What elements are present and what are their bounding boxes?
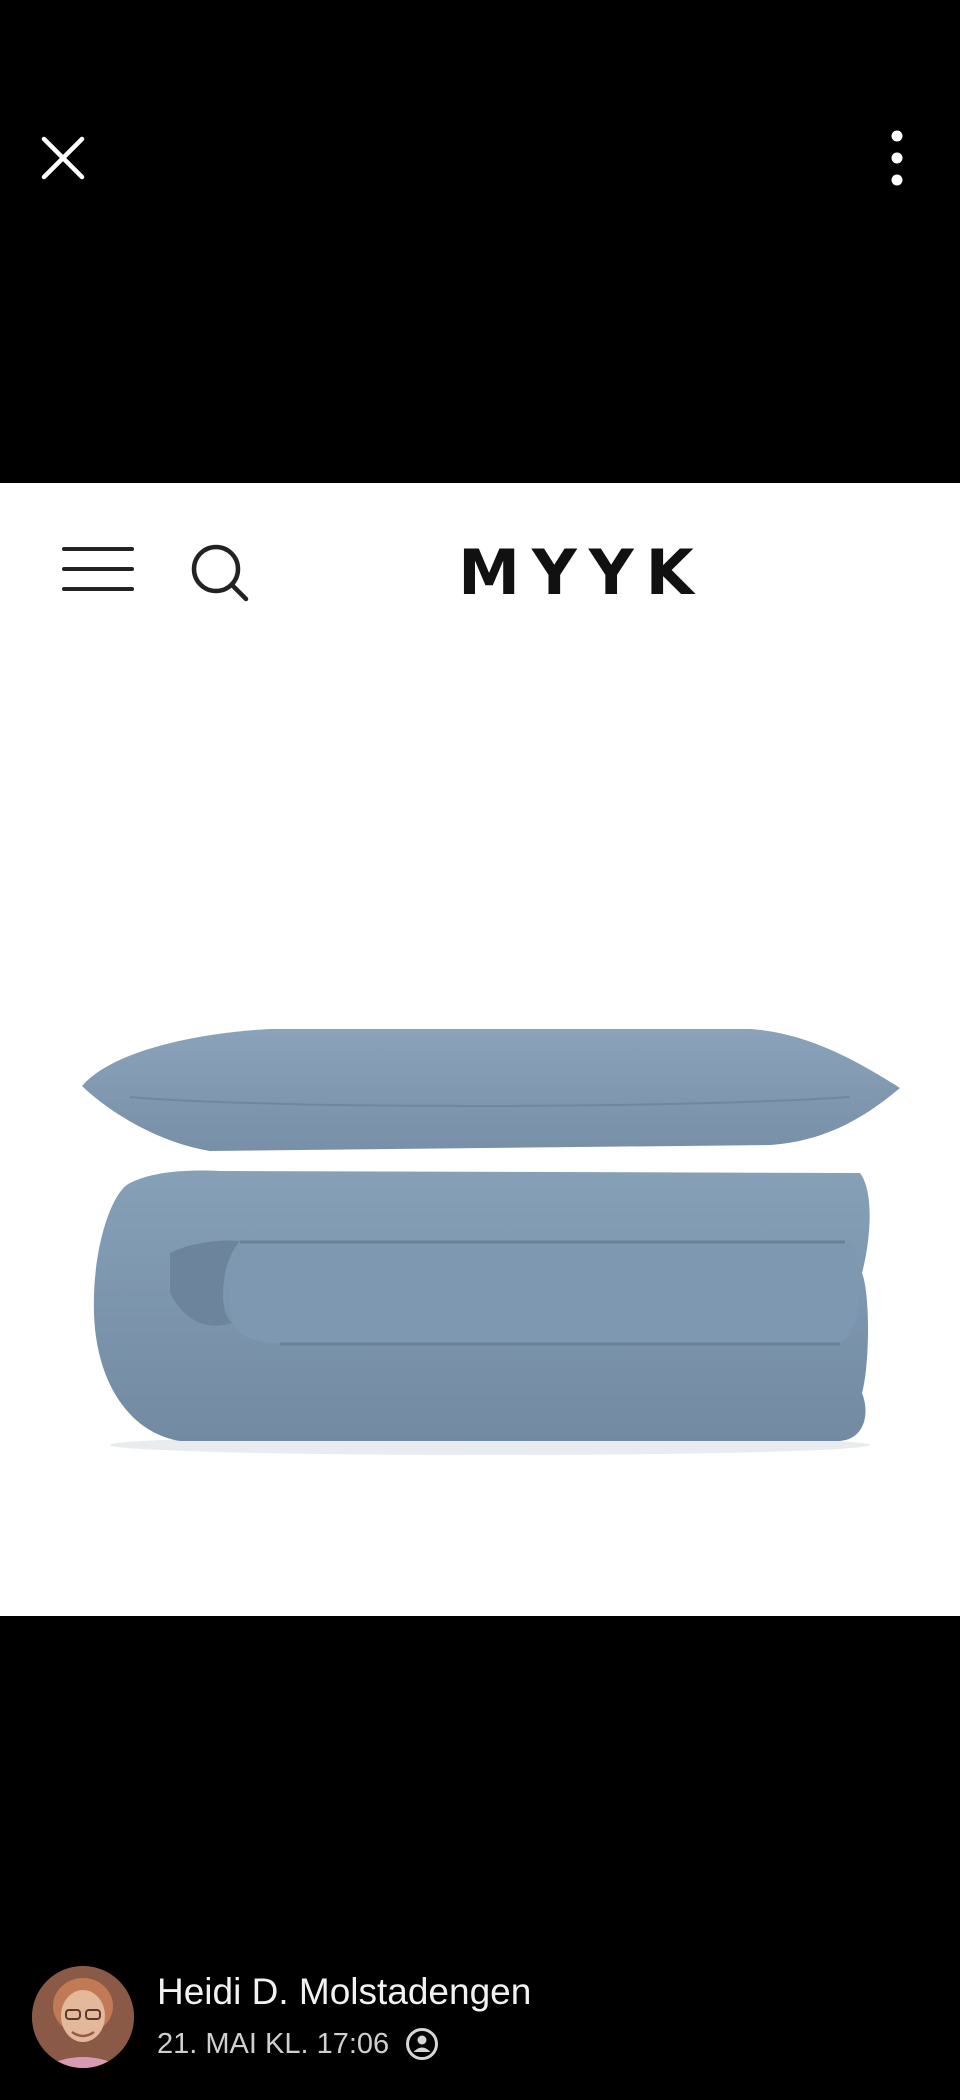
post-meta: Heidi D. Molstadengen 21. MAI KL. 17:06	[30, 1964, 930, 2074]
viewer-top-bar	[0, 0, 960, 320]
friends-audience-icon	[406, 2028, 439, 2060]
duvet-and-pillow-image	[82, 1029, 900, 1455]
screenshot-site-header: MYYK	[0, 483, 960, 663]
post-timestamp[interactable]: 21. MAI KL. 17:06	[157, 2022, 389, 2066]
close-icon	[41, 136, 85, 180]
author-avatar[interactable]	[32, 1966, 134, 2068]
post-photo[interactable]: MYYK	[0, 483, 960, 1616]
photo-viewer: MYYK Heidi D. Molstadengen 21. MAI KL. 1…	[0, 0, 960, 2100]
close-button[interactable]	[30, 118, 96, 198]
hamburger-menu-icon	[60, 541, 136, 601]
more-vertical-icon	[891, 130, 903, 186]
brand-logo: MYYK	[458, 536, 706, 609]
post-timestamp-row: 21. MAI KL. 17:06	[157, 2022, 439, 2066]
more-options-button[interactable]	[864, 118, 930, 198]
author-name[interactable]: Heidi D. Molstadengen	[157, 1964, 531, 2020]
search-icon	[188, 541, 252, 605]
